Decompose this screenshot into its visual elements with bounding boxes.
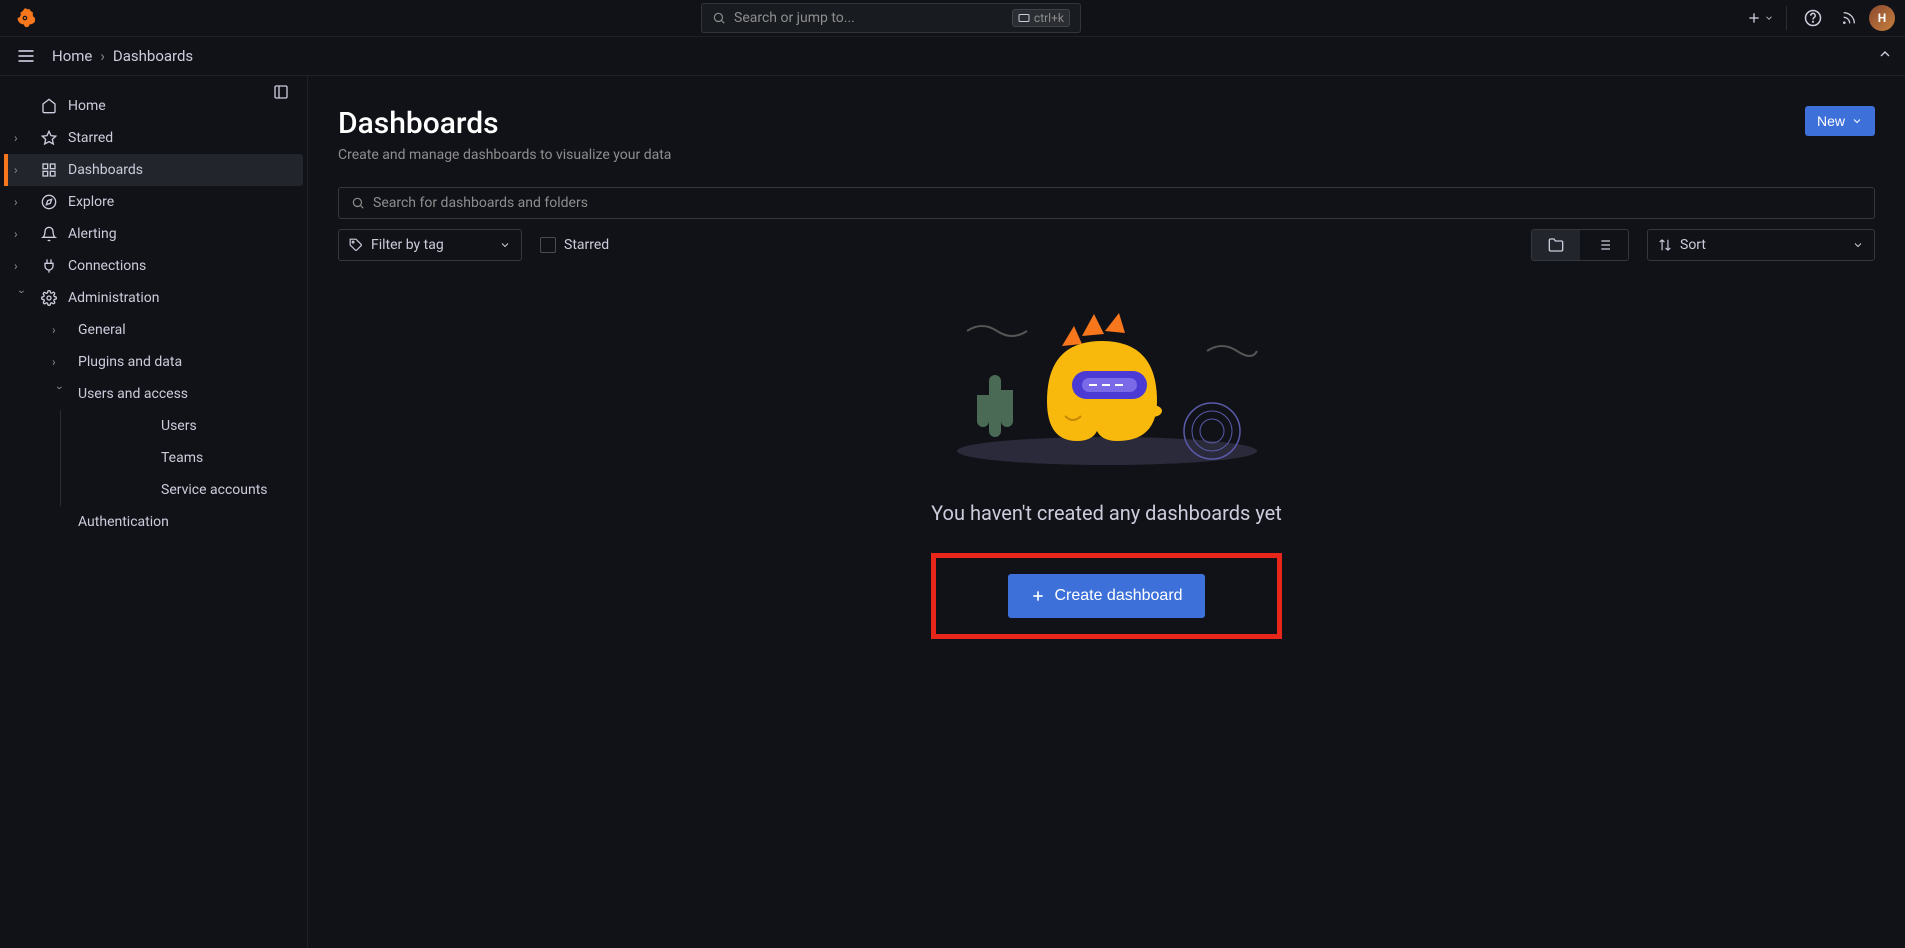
nav-toggle-button[interactable] xyxy=(10,40,42,72)
folder-icon xyxy=(1548,237,1564,253)
empty-state-text: You haven't created any dashboards yet xyxy=(931,501,1282,525)
feed-button[interactable] xyxy=(1833,2,1865,34)
sidebar-item-label: Dashboards xyxy=(68,162,143,178)
breadcrumb-home[interactable]: Home xyxy=(52,47,92,65)
breadcrumb: Home › Dashboards xyxy=(52,47,193,65)
search-placeholder: Search or jump to... xyxy=(734,10,855,26)
star-icon xyxy=(40,130,58,146)
list-icon xyxy=(1596,237,1612,253)
sidebar-item-label: Service accounts xyxy=(161,482,268,498)
help-icon xyxy=(1804,9,1822,27)
tag-icon xyxy=(349,238,363,252)
grafana-logo-icon[interactable] xyxy=(10,4,38,32)
sidebar-item-administration[interactable]: › Administration xyxy=(4,282,303,314)
rss-icon xyxy=(1841,10,1857,26)
chevron-down-icon: › xyxy=(15,290,29,306)
chevron-down-icon: › xyxy=(53,386,67,402)
view-list-button[interactable] xyxy=(1580,230,1628,260)
sidebar-item-label: Connections xyxy=(68,258,146,274)
chevron-down-icon xyxy=(499,239,511,251)
sort-select[interactable]: Sort xyxy=(1647,229,1875,261)
dock-sidebar-button[interactable] xyxy=(269,80,293,104)
new-button[interactable]: New xyxy=(1805,106,1875,136)
sidebar-item-label: Explore xyxy=(68,194,114,210)
sidebar-item-teams[interactable]: Teams xyxy=(61,442,303,474)
sidebar-item-service-accounts[interactable]: Service accounts xyxy=(61,474,303,506)
sort-icon xyxy=(1658,238,1672,252)
create-dashboard-button[interactable]: Create dashboard xyxy=(1008,574,1204,618)
sidebar-item-authentication[interactable]: Authentication xyxy=(4,506,303,538)
chevron-right-icon: › xyxy=(14,259,30,273)
chevron-right-icon: › xyxy=(14,195,30,209)
checkbox-icon xyxy=(540,237,556,253)
sidebar-item-explore[interactable]: › Explore xyxy=(4,186,303,218)
starred-checkbox[interactable]: Starred xyxy=(540,237,609,253)
sidebar-item-label: Users and access xyxy=(78,386,188,402)
sidebar-item-plugins[interactable]: › Plugins and data xyxy=(4,346,303,378)
sidebar-item-users-access[interactable]: › Users and access xyxy=(4,378,303,410)
page-title: Dashboards xyxy=(338,106,671,141)
annotation-highlight: Create dashboard xyxy=(931,553,1281,639)
sidebar-item-dashboards[interactable]: › Dashboards xyxy=(4,154,303,186)
sidebar-item-starred[interactable]: › Starred xyxy=(4,122,303,154)
filter-by-tag-select[interactable]: Filter by tag xyxy=(338,229,522,261)
dashboard-search-input[interactable]: Search for dashboards and folders xyxy=(338,187,1875,219)
dashboards-icon xyxy=(40,162,58,178)
sidebar-item-label: Alerting xyxy=(68,226,117,242)
search-icon xyxy=(712,11,726,25)
sidebar-item-label: Administration xyxy=(68,290,159,306)
view-folders-button[interactable] xyxy=(1532,230,1580,260)
chevron-right-icon: › xyxy=(14,131,30,145)
sidebar-item-connections[interactable]: › Connections xyxy=(4,250,303,282)
gear-icon xyxy=(40,290,58,306)
sidebar-item-label: Users xyxy=(161,418,197,434)
panel-icon xyxy=(273,84,289,100)
global-search-input[interactable]: Search or jump to... ctrl+k xyxy=(701,3,1081,33)
chevron-right-icon: › xyxy=(14,227,30,241)
collapse-topbar-button[interactable] xyxy=(1877,46,1893,66)
search-icon xyxy=(351,196,365,210)
breadcrumb-separator: › xyxy=(100,47,105,65)
divider xyxy=(1786,6,1787,30)
plug-icon xyxy=(40,258,58,274)
search-placeholder: Search for dashboards and folders xyxy=(373,195,588,211)
help-button[interactable] xyxy=(1797,2,1829,34)
bell-icon xyxy=(40,226,58,242)
view-toggle xyxy=(1531,229,1629,261)
sidebar-item-label: Teams xyxy=(161,450,203,466)
plus-icon xyxy=(1030,588,1046,604)
plus-icon xyxy=(1746,10,1762,26)
sidebar-item-label: Authentication xyxy=(78,514,169,530)
chevron-right-icon: › xyxy=(14,163,30,177)
chevron-down-icon xyxy=(1764,13,1774,23)
page-subtitle: Create and manage dashboards to visualiz… xyxy=(338,147,671,163)
chevron-right-icon: › xyxy=(52,323,68,337)
user-avatar[interactable]: H xyxy=(1869,5,1895,31)
sidebar-item-users[interactable]: Users xyxy=(61,410,303,442)
add-button[interactable] xyxy=(1744,2,1776,34)
sidebar-item-alerting[interactable]: › Alerting xyxy=(4,218,303,250)
breadcrumb-current: Dashboards xyxy=(113,47,193,65)
empty-state-illustration xyxy=(947,301,1267,471)
sidebar-item-general[interactable]: › General xyxy=(4,314,303,346)
chevron-up-icon xyxy=(1877,46,1893,62)
sidebar-item-label: General xyxy=(78,322,126,338)
chevron-down-icon xyxy=(1851,115,1863,127)
sidebar-item-label: Plugins and data xyxy=(78,354,182,370)
menu-icon xyxy=(16,46,36,66)
home-icon xyxy=(40,98,58,114)
kbd-shortcut: ctrl+k xyxy=(1012,9,1070,27)
sidebar-item-label: Home xyxy=(68,98,106,114)
chevron-right-icon: › xyxy=(52,355,68,369)
chevron-down-icon xyxy=(1852,239,1864,251)
compass-icon xyxy=(40,194,58,210)
sidebar-item-label: Starred xyxy=(68,130,113,146)
